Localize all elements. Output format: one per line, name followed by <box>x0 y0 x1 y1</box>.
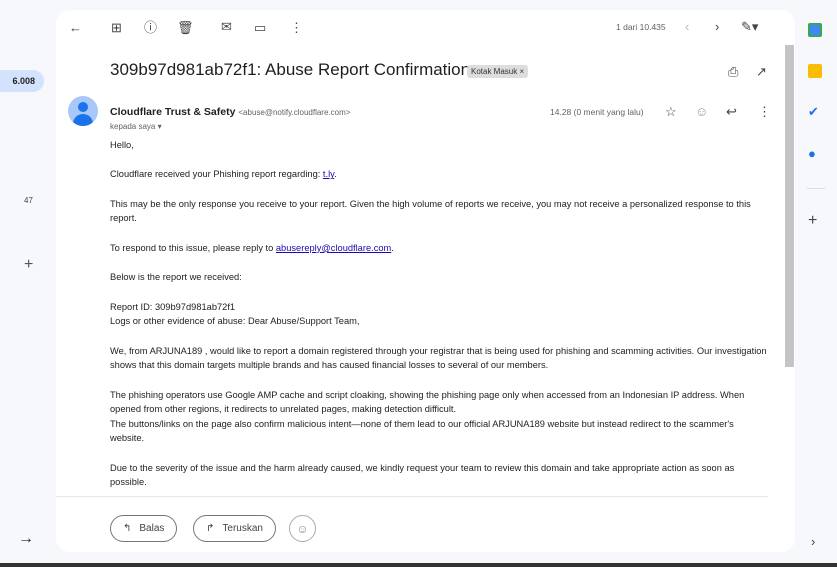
sender: Cloudflare Trust & Safety <abuse@notify.… <box>110 106 350 118</box>
recipient-dropdown[interactable]: kepada saya ▾ <box>110 122 162 131</box>
forward-label: Teruskan <box>222 523 263 534</box>
prev-icon[interactable]: ‹ <box>685 20 689 33</box>
sender-email: <abuse@notify.cloudflare.com> <box>238 108 351 117</box>
inbox-count-badge[interactable]: 6.008 <box>0 70 44 92</box>
back-icon[interactable]: ← <box>69 21 82 34</box>
recipient: kepada saya <box>110 122 156 131</box>
scrollbar[interactable] <box>785 45 794 367</box>
reply-email-link[interactable]: abusereply@cloudflare.com <box>276 243 391 253</box>
reply-arrow-icon: ↰ <box>123 523 132 534</box>
text: Logs or other evidence of abuse: Dear Ab… <box>110 316 360 327</box>
text: . <box>391 242 394 253</box>
label-count[interactable]: 47 <box>24 196 33 205</box>
body-paragraph: Due to the severity of the issue and the… <box>110 462 735 488</box>
text: . <box>334 169 337 180</box>
label-name: Kotak Masuk <box>471 67 518 76</box>
open-new-window-icon[interactable]: ↗ <box>756 65 767 78</box>
timestamp: 14.28 (0 menit yang lalu) <box>550 107 644 117</box>
report-id: Report ID: 309b97d981ab72f1 <box>110 301 236 312</box>
collapse-panel-icon[interactable]: › <box>811 535 815 548</box>
pen-dropdown-icon[interactable]: ✎▾ <box>741 20 758 33</box>
pagination: 1 dari 10.435 <box>616 22 666 32</box>
sender-name: Cloudflare Trust & Safety <box>110 106 236 118</box>
keep-icon[interactable] <box>808 64 822 78</box>
body-paragraph: Below is the report we received: <box>110 272 242 283</box>
left-rail: 6.008 47 + → <box>0 0 56 567</box>
emoji-reaction-button[interactable]: ☺ <box>289 515 316 542</box>
email-subject: 309b97d981ab72f1: Abuse Report Confirmat… <box>110 60 471 79</box>
text: Cloudflare received your Phishing report… <box>110 169 323 180</box>
avatar <box>68 96 98 126</box>
tasks-icon[interactable]: ✔ <box>808 105 819 118</box>
remove-label-icon[interactable]: × <box>519 67 524 76</box>
body-paragraph: Report ID: 309b97d981ab72f1 Logs or other… <box>110 300 770 329</box>
body-paragraph: We, from ARJUNA189 , would like to repor… <box>110 345 767 371</box>
mark-unread-icon[interactable]: ✉ <box>221 20 232 33</box>
text: The phishing operators use Google AMP ca… <box>110 389 745 415</box>
body-paragraph: To respond to this issue, please reply t… <box>110 241 770 256</box>
forward-arrow-icon: ↱ <box>206 523 215 534</box>
email-body: Hello, Cloudflare received your Phishing… <box>110 138 770 505</box>
right-rail: ✔ ● + › <box>795 0 837 567</box>
more-options-icon[interactable]: ⋮ <box>758 105 771 118</box>
contacts-icon[interactable]: ● <box>808 147 816 160</box>
body-paragraph: Cloudflare received your Phishing report… <box>110 167 770 182</box>
reported-link[interactable]: t.ly <box>323 169 334 179</box>
more-icon[interactable]: ⋮ <box>290 21 303 34</box>
body-paragraph: This may be the only response you receiv… <box>110 198 751 224</box>
expand-arrow-icon[interactable]: → <box>18 530 34 548</box>
body-paragraph: The phishing operators use Google AMP ca… <box>110 388 770 446</box>
email-view: ← ⊞ ⓘ 🗑 ✉ ▭ ⋮ 1 dari 10.435 ‹ › ✎▾ 309b9… <box>56 10 795 552</box>
text: To respond to this issue, please reply t… <box>110 242 276 253</box>
emoji-icon[interactable]: ☺ <box>695 105 708 118</box>
next-icon[interactable]: › <box>715 20 719 33</box>
calendar-icon[interactable] <box>808 23 822 37</box>
reply-label: Balas <box>139 523 165 534</box>
move-to-icon[interactable]: ▭ <box>254 21 266 34</box>
add-label-icon[interactable]: + <box>24 256 33 274</box>
archive-icon[interactable]: ⊞ <box>111 21 122 34</box>
bottom-bar <box>0 563 837 567</box>
print-icon[interactable]: ⎙ <box>728 65 738 78</box>
forward-button[interactable]: ↱ Teruskan <box>193 515 276 542</box>
label-chip[interactable]: Kotak Masuk × <box>467 65 529 78</box>
star-icon[interactable]: ☆ <box>665 105 677 118</box>
reply-button[interactable]: ↰ Balas <box>110 515 178 542</box>
reply-icon[interactable]: ↩ <box>726 105 737 118</box>
add-addon-icon[interactable]: + <box>808 213 817 229</box>
report-spam-icon[interactable]: ⓘ <box>144 21 157 34</box>
divider <box>56 496 768 497</box>
body-paragraph: Hello, <box>110 140 134 150</box>
delete-icon[interactable]: 🗑 <box>177 21 194 34</box>
text: The buttons/links on the page also confi… <box>110 418 734 444</box>
